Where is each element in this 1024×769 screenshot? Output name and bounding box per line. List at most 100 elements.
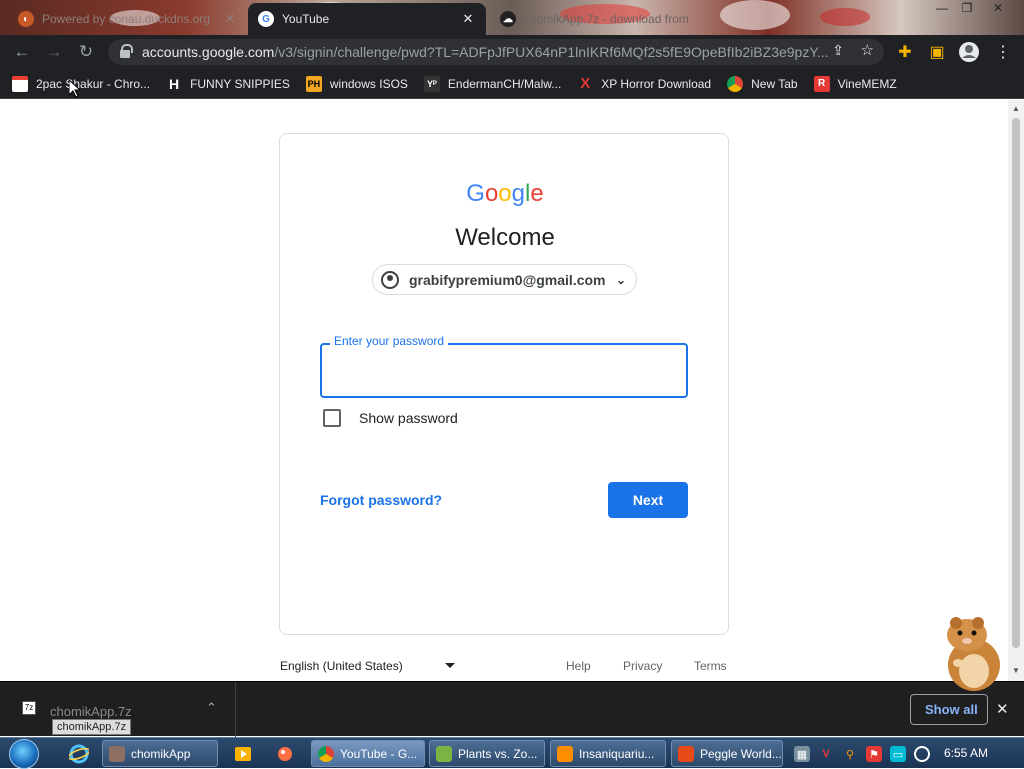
- paint-icon[interactable]: [272, 741, 298, 766]
- taskbar-item-label: chomikApp: [131, 746, 191, 761]
- bookmark-endermanch[interactable]: Yᴾ EndermanCH/Malw...: [423, 75, 561, 92]
- tab-close-icon[interactable]: ✕: [460, 11, 476, 27]
- tray-search-icon[interactable]: ⚲: [842, 746, 858, 762]
- tray-monitor-icon[interactable]: ▭: [890, 746, 906, 762]
- bookmark-windows-isos[interactable]: PH windows ISOS: [305, 75, 408, 92]
- taskbar-item-chomikapp[interactable]: chomikApp: [102, 740, 218, 767]
- terms-link[interactable]: Terms: [694, 659, 727, 673]
- side-panel-icon[interactable]: ▣: [926, 41, 948, 63]
- bookmark-label: FUNNY SNIPPIES: [190, 76, 290, 91]
- peggle-icon: [678, 745, 694, 762]
- extensions-icon[interactable]: ✚: [894, 41, 916, 63]
- page-content: Google Welcome grabifypremium0@gmail.com…: [0, 100, 1008, 681]
- show-password-checkbox[interactable]: [323, 409, 341, 427]
- archive-file-icon: 7z: [22, 701, 36, 715]
- url-path: /v3/signin/challenge/pwd?TL=ADFpJfPUX64n…: [274, 44, 829, 60]
- help-link[interactable]: Help: [566, 659, 591, 673]
- url-host: accounts.google.com: [142, 44, 275, 60]
- chevron-up-icon[interactable]: ⌃: [206, 700, 217, 716]
- account-chip[interactable]: grabifypremium0@gmail.com ⌄: [372, 264, 637, 295]
- show-all-button[interactable]: Show all: [910, 694, 988, 725]
- logo-letter: o: [484, 180, 499, 207]
- taskbar-item-insaniquarium[interactable]: Insaniquariu...: [550, 740, 666, 767]
- maximize-icon[interactable]: ❐: [955, 0, 979, 16]
- tray-flag-icon[interactable]: ⚑: [866, 746, 882, 762]
- share-icon[interactable]: ⇪: [832, 42, 844, 59]
- taskbar-item-peggle[interactable]: Peggle World...: [671, 740, 783, 767]
- taskbar-item-youtube[interactable]: YouTube - G...: [311, 740, 425, 767]
- scrollbar-thumb[interactable]: [1012, 118, 1020, 648]
- account-email: grabifypremium0@gmail.com: [409, 271, 606, 288]
- close-downloads-icon[interactable]: ✕: [996, 700, 1009, 718]
- chrome-icon: [727, 75, 744, 92]
- start-button[interactable]: [4, 738, 44, 769]
- show-password-label[interactable]: Show password: [359, 410, 458, 426]
- back-icon[interactable]: ←: [8, 38, 36, 66]
- next-button[interactable]: Next: [608, 482, 688, 518]
- taskbar-item-plants-vs-zombies[interactable]: Plants vs. Zo...: [429, 740, 545, 767]
- reload-icon[interactable]: ↻: [72, 38, 100, 66]
- download-file-name: chomikApp.7z: [50, 704, 132, 719]
- page-scrollbar[interactable]: ▲ ▼: [1008, 100, 1024, 681]
- address-bar[interactable]: accounts.google.com/v3/signin/challenge/…: [108, 39, 884, 65]
- dropdown-arrow-icon[interactable]: [445, 663, 455, 668]
- tab-strip: ◐ Powered by conau.duckdns.org ✕ G YouTu…: [0, 0, 1024, 35]
- tray-app-icon[interactable]: ▦: [794, 746, 810, 762]
- forgot-password-link[interactable]: Forgot password?: [320, 492, 442, 508]
- bookmark-xp-horror[interactable]: X XP Horror Download: [577, 75, 711, 92]
- language-selector[interactable]: English (United States): [280, 659, 403, 673]
- cloud-favicon-icon: ☁: [500, 11, 516, 27]
- internet-explorer-icon[interactable]: [66, 741, 92, 766]
- bookmark-vinememz[interactable]: R VineMEMZ: [813, 75, 897, 92]
- bookmark-label: windows ISOS: [329, 76, 408, 91]
- scroll-up-icon[interactable]: ▲: [1012, 104, 1020, 113]
- tab-powered-by[interactable]: ◐ Powered by conau.duckdns.org ✕: [8, 3, 248, 35]
- google-favicon-icon: G: [258, 11, 274, 27]
- windows-taskbar: chomikApp YouTube - G... Plants vs. Zo..…: [0, 737, 1024, 769]
- minimize-icon[interactable]: —: [930, 0, 954, 16]
- logo-letter: o: [498, 180, 512, 207]
- tab-title: Powered by conau.duckdns.org: [42, 12, 211, 26]
- plant-icon: [436, 745, 452, 762]
- tray-v-icon[interactable]: V: [818, 746, 834, 762]
- password-field[interactable]: [320, 343, 688, 398]
- tray-circle-icon[interactable]: [914, 746, 930, 762]
- signin-card: Google Welcome grabifypremium0@gmail.com…: [279, 133, 729, 635]
- x-icon: X: [580, 75, 591, 92]
- taskbar-item-label: Plants vs. Zo...: [458, 746, 538, 761]
- tab-youtube[interactable]: G YouTube ✕: [248, 3, 486, 35]
- bookmark-new-tab[interactable]: New Tab: [727, 75, 798, 92]
- bookmark-star-icon[interactable]: ☆: [861, 41, 874, 59]
- menu-kebab-icon[interactable]: ⋮: [992, 41, 1014, 63]
- hamster-desktop-pet[interactable]: [934, 613, 1010, 693]
- system-clock[interactable]: 6:55 AM: [944, 746, 988, 760]
- bookmark-label: 2pac Shakur - Chro...: [36, 76, 151, 91]
- page-footer: English (United States) Help Privacy Ter…: [279, 657, 729, 677]
- r-icon: R: [813, 75, 830, 92]
- scroll-down-icon[interactable]: ▼: [1012, 666, 1020, 675]
- password-label: Enter your password: [330, 334, 449, 348]
- calendar-icon: [12, 75, 28, 92]
- profile-icon[interactable]: [958, 41, 980, 63]
- ph-icon: PH: [305, 75, 322, 92]
- forward-icon[interactable]: →: [40, 38, 68, 66]
- yp-icon: Yᴾ: [423, 75, 440, 92]
- tab-title: YouTube: [282, 12, 330, 26]
- chevron-down-icon: ⌄: [615, 272, 626, 287]
- bookmark-label: VineMEMZ: [837, 76, 897, 91]
- tab-close-icon[interactable]: ✕: [222, 11, 238, 27]
- bookmark-funny-snippies[interactable]: H FUNNY SNIPPIES: [166, 75, 290, 92]
- chrome-icon: [318, 745, 334, 762]
- window-close-icon[interactable]: ✕: [986, 0, 1010, 16]
- download-item[interactable]: 7z chomikApp.7z ⌃ chomikApp.7z: [18, 682, 236, 737]
- tab-chomikapp[interactable]: ☁ chomikApp.7z - download from: [490, 3, 710, 35]
- logo-letter: e: [530, 180, 544, 207]
- bookmark-2pac[interactable]: 2pac Shakur - Chro...: [12, 75, 151, 92]
- media-player-icon[interactable]: [230, 741, 256, 766]
- bookmarks-bar: 2pac Shakur - Chro... H FUNNY SNIPPIES P…: [0, 69, 1024, 99]
- privacy-link[interactable]: Privacy: [623, 659, 662, 673]
- lock-icon: [120, 44, 133, 58]
- logo-letter: G: [466, 180, 485, 207]
- windows-logo-icon: [9, 738, 39, 769]
- password-input[interactable]: [334, 359, 674, 383]
